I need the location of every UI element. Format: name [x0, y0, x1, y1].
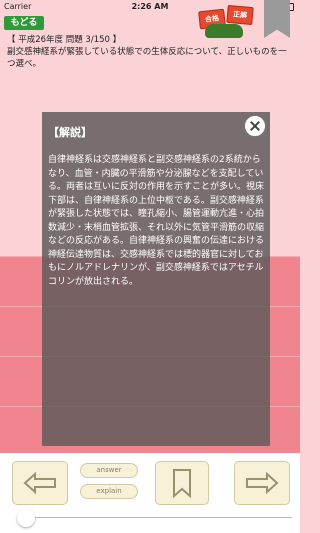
explanation-overlay: 【解説】 自律神経系は交感神経系と副交感神経系の2系統からなり、血管・内臓の平滑… — [42, 112, 270, 446]
close-icon[interactable] — [244, 115, 266, 137]
progress-slider-thumb[interactable] — [17, 509, 35, 527]
progress-slider-track[interactable] — [28, 517, 292, 518]
question-header: 【 平成26年度 問題 3/150 】 — [7, 35, 122, 45]
badge-group: 合格 正解 — [193, 2, 257, 38]
bookmark-button[interactable] — [155, 461, 209, 505]
bookmark-icon — [173, 469, 191, 499]
back-button[interactable]: もどる — [4, 16, 44, 30]
arrow-left-icon — [23, 471, 56, 495]
explanation-title: 【解説】 — [48, 126, 92, 139]
answer-button[interactable]: answer — [80, 463, 138, 478]
question-text: 副交感神経系が緊張している状態での生体反応について、正しいものを一つ選べ。 — [7, 47, 287, 69]
question-block: 【 平成26年度 問題 3/150 】 副交感神経系が緊張している状態での生体反… — [7, 34, 295, 70]
explain-button[interactable]: explain — [80, 484, 138, 499]
arrow-right-icon — [246, 471, 279, 495]
previous-button[interactable] — [12, 461, 68, 505]
bookmark-ribbon-icon[interactable] — [264, 0, 290, 38]
explanation-body: 自律神経系は交感神経系と副交感神経系の2系統からなり、血管・内臓の平滑筋や分泌腺… — [48, 155, 265, 287]
correct-seal-icon: 正解 — [226, 4, 254, 26]
next-button[interactable] — [234, 461, 290, 505]
